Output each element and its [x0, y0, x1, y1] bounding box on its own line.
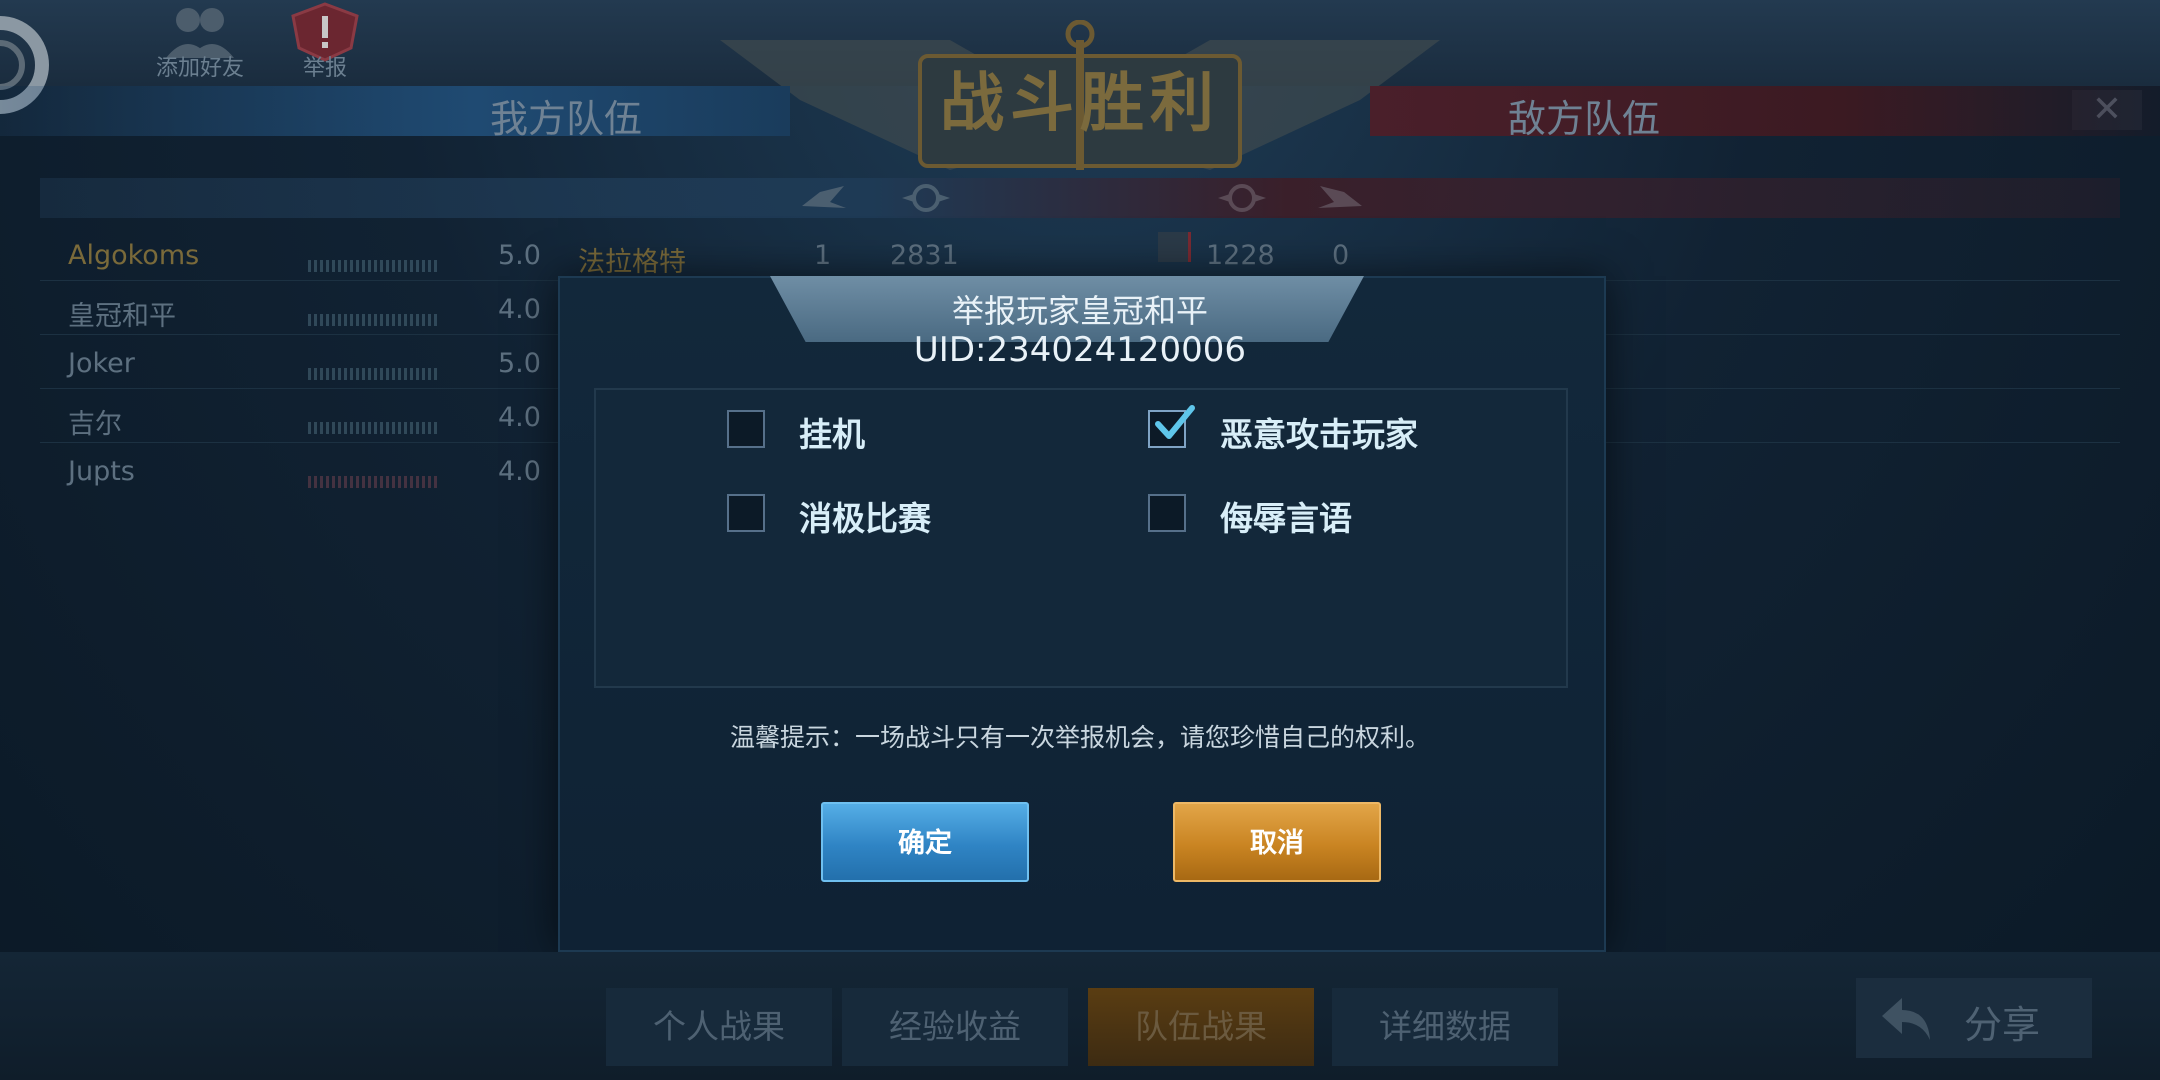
- enemy-team-header: [1370, 86, 2160, 136]
- dialog-title: 举报玩家皇冠和平: [951, 292, 1208, 330]
- ally-player-row: 吉尔 4.0: [0, 392, 560, 442]
- enemy-ship-icon: [1158, 232, 1191, 262]
- bottom-bar: [0, 952, 2160, 1080]
- cancel-button[interactable]: 取消: [1173, 802, 1381, 882]
- tab-detailed-data[interactable]: 详细数据: [1332, 988, 1558, 1066]
- player-name: 皇冠和平: [68, 301, 176, 332]
- report-button[interactable]: 举报: [270, 0, 380, 86]
- share-arrow-icon: [1882, 998, 1930, 1040]
- enemy-team-label: 敌方队伍: [1508, 97, 1661, 141]
- share-label: 分享: [1964, 1003, 2041, 1047]
- ally-player-row: Algokoms 5.0: [0, 230, 560, 280]
- reason-checkbox[interactable]: [1148, 405, 1195, 448]
- reason-label: 挂机: [799, 415, 865, 454]
- report-tip: 温馨提示：一场战斗只有一次举报机会，请您珍惜自己的权利。: [729, 723, 1430, 752]
- ship-name: 法拉格特: [578, 247, 686, 278]
- ally-player-row: Jupts 4.0: [0, 446, 560, 496]
- share-button[interactable]: 分享: [1856, 978, 2092, 1058]
- player-name: 吉尔: [68, 409, 122, 440]
- ship-kill-icon: [802, 186, 846, 208]
- player-performance-spark: [308, 260, 438, 272]
- ally-player-row: 皇冠和平 4.0: [0, 284, 560, 334]
- reason-checkbox[interactable]: [727, 494, 765, 532]
- player-name: Algokoms: [68, 240, 200, 271]
- reason-malicious-attack[interactable]: 恶意攻击玩家: [1148, 405, 1508, 456]
- ally-player-row: Joker 5.0: [0, 338, 560, 388]
- ally-kills: 1: [814, 240, 832, 271]
- victory-title: 战斗胜利: [940, 66, 1220, 141]
- ally-team-label: 我方队伍: [490, 97, 643, 141]
- player-performance-spark: [308, 368, 438, 380]
- reason-label: 侮辱言语: [1220, 499, 1352, 538]
- enemy-ship-kill-icon: [1318, 186, 1362, 208]
- damage-emblem-icon: [902, 184, 950, 212]
- report-label: 举报: [302, 56, 347, 81]
- player-score: 5.0: [498, 348, 541, 379]
- player-score: 4.0: [498, 402, 541, 433]
- player-score: 5.0: [498, 240, 541, 271]
- player-name: Jupts: [68, 456, 135, 487]
- reason-passive-play[interactable]: 消极比赛: [727, 490, 1067, 540]
- tab-personal-results[interactable]: 个人战果: [606, 988, 832, 1066]
- ally-damage: 2831: [890, 240, 959, 271]
- reason-label: 消极比赛: [799, 499, 931, 538]
- reason-insulting-language[interactable]: 侮辱言语: [1148, 490, 1508, 540]
- enemy-kills: 0: [1332, 240, 1350, 271]
- tab-experience-gain[interactable]: 经验收益: [842, 988, 1068, 1066]
- check-icon: [1155, 405, 1195, 439]
- reason-label: 恶意攻击玩家: [1220, 415, 1418, 454]
- player-performance-spark: [308, 476, 438, 488]
- player-score: 4.0: [498, 456, 541, 487]
- tab-team-results[interactable]: 队伍战果: [1088, 988, 1314, 1066]
- enemy-damage: 1228: [1206, 240, 1275, 271]
- confirm-button[interactable]: 确定: [821, 802, 1029, 882]
- ally-team-header: [0, 86, 790, 136]
- player-uid: UID:234024120006: [913, 330, 1247, 370]
- add-friend-label: 添加好友: [155, 56, 244, 81]
- stats-header-bar: [40, 178, 2120, 218]
- player-score: 4.0: [498, 294, 541, 325]
- reason-checkbox[interactable]: [727, 410, 765, 448]
- reason-checkbox[interactable]: [1148, 494, 1186, 532]
- enemy-damage-emblem-icon: [1218, 184, 1266, 212]
- player-performance-spark: [308, 314, 438, 326]
- reason-afk[interactable]: 挂机: [727, 406, 1067, 456]
- player-performance-spark: [308, 422, 438, 434]
- player-name: Joker: [68, 348, 135, 379]
- add-friend-button[interactable]: 添加好友: [140, 0, 260, 86]
